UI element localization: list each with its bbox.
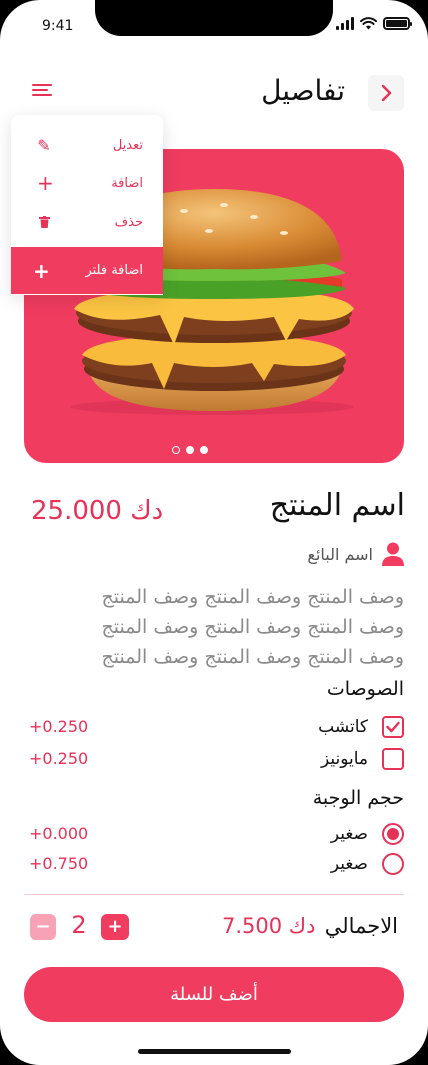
options-dropdown: ✎ تعديل + اضافة حذف + اضافة فلتر: [11, 115, 163, 295]
option-price: +0.000: [29, 824, 89, 843]
phone-screen: 9:41 تفاصيل ✎ تعديل + اضافة حذف + اضافة …: [0, 0, 428, 1065]
menu-item-edit[interactable]: ✎ تعديل: [11, 126, 163, 164]
menu-item-label: تعديل: [112, 137, 143, 153]
trash-icon: [37, 213, 51, 232]
plus-icon: +: [37, 171, 54, 195]
add-to-cart-button[interactable]: أضف للسلة: [24, 967, 404, 1022]
checkbox-checked[interactable]: [382, 716, 404, 738]
chevron-right-icon: [381, 84, 392, 102]
seller-name: اسم البائع: [307, 544, 373, 564]
option-label: كاتشب: [318, 717, 368, 737]
home-indicator[interactable]: [138, 1049, 291, 1054]
total-value: 7.500 دك: [222, 914, 316, 938]
status-time: 9:41: [42, 18, 74, 34]
checkbox-unchecked[interactable]: [382, 748, 404, 770]
sauce-option[interactable]: +0.250 مايونيز: [24, 743, 404, 775]
gallery-dot[interactable]: [200, 446, 208, 454]
product-name: اسم المنتج: [269, 488, 405, 523]
total-label: الاجمالي: [324, 914, 398, 938]
checkmark-icon: [386, 721, 400, 733]
gallery-dots: [172, 446, 208, 454]
menu-item-label: حذف: [114, 214, 143, 230]
radio-unselected[interactable]: [382, 853, 404, 875]
page-title: تفاصيل: [261, 74, 345, 107]
quantity-increase-button[interactable]: +: [101, 914, 129, 940]
gallery-dot[interactable]: [172, 446, 180, 454]
size-option[interactable]: +0.750 صغير: [24, 848, 404, 880]
sauces-title: الصوصات: [326, 678, 404, 700]
option-price: +0.750: [29, 854, 89, 873]
wifi-icon: [360, 17, 377, 30]
meal-size-title: حجم الوجبة: [312, 787, 404, 809]
gallery-dot[interactable]: [186, 446, 194, 454]
product-description: وصف المنتج وصف المنتج وصف المنتج وصف الم…: [101, 586, 404, 668]
edit-icon: ✎: [37, 135, 51, 155]
menu-toggle-button[interactable]: [32, 84, 54, 100]
back-button[interactable]: [368, 75, 404, 111]
battery-icon: [383, 17, 412, 30]
menu-item-label: اضافة: [111, 175, 143, 191]
divider: [24, 894, 404, 895]
user-icon: [382, 542, 404, 566]
size-option[interactable]: +0.000 صغير: [24, 818, 404, 850]
device-notch: [95, 0, 333, 36]
option-label: صغير: [330, 824, 368, 844]
option-price: +0.250: [29, 717, 89, 736]
quantity-decrease-button[interactable]: −: [30, 914, 56, 940]
signal-icon: [336, 17, 354, 30]
option-label: صغير: [330, 854, 368, 874]
radio-selected[interactable]: [382, 823, 404, 845]
menu-item-add[interactable]: + اضافة: [11, 164, 163, 202]
option-price: +0.250: [29, 749, 89, 768]
menu-item-delete[interactable]: حذف: [11, 203, 163, 241]
menu-item-label: اضافة فلتر: [85, 263, 143, 278]
quantity-value: 2: [71, 911, 87, 939]
menu-item-add-filter[interactable]: + اضافة فلتر: [11, 247, 163, 294]
sauce-option[interactable]: +0.250 كاتشب: [24, 711, 404, 743]
option-label: مايونيز: [320, 749, 368, 769]
seller-info[interactable]: اسم البائع: [307, 542, 404, 566]
status-icons: [336, 17, 412, 30]
plus-bold-icon: +: [33, 258, 50, 283]
product-price: 25.000 دك: [31, 496, 164, 526]
